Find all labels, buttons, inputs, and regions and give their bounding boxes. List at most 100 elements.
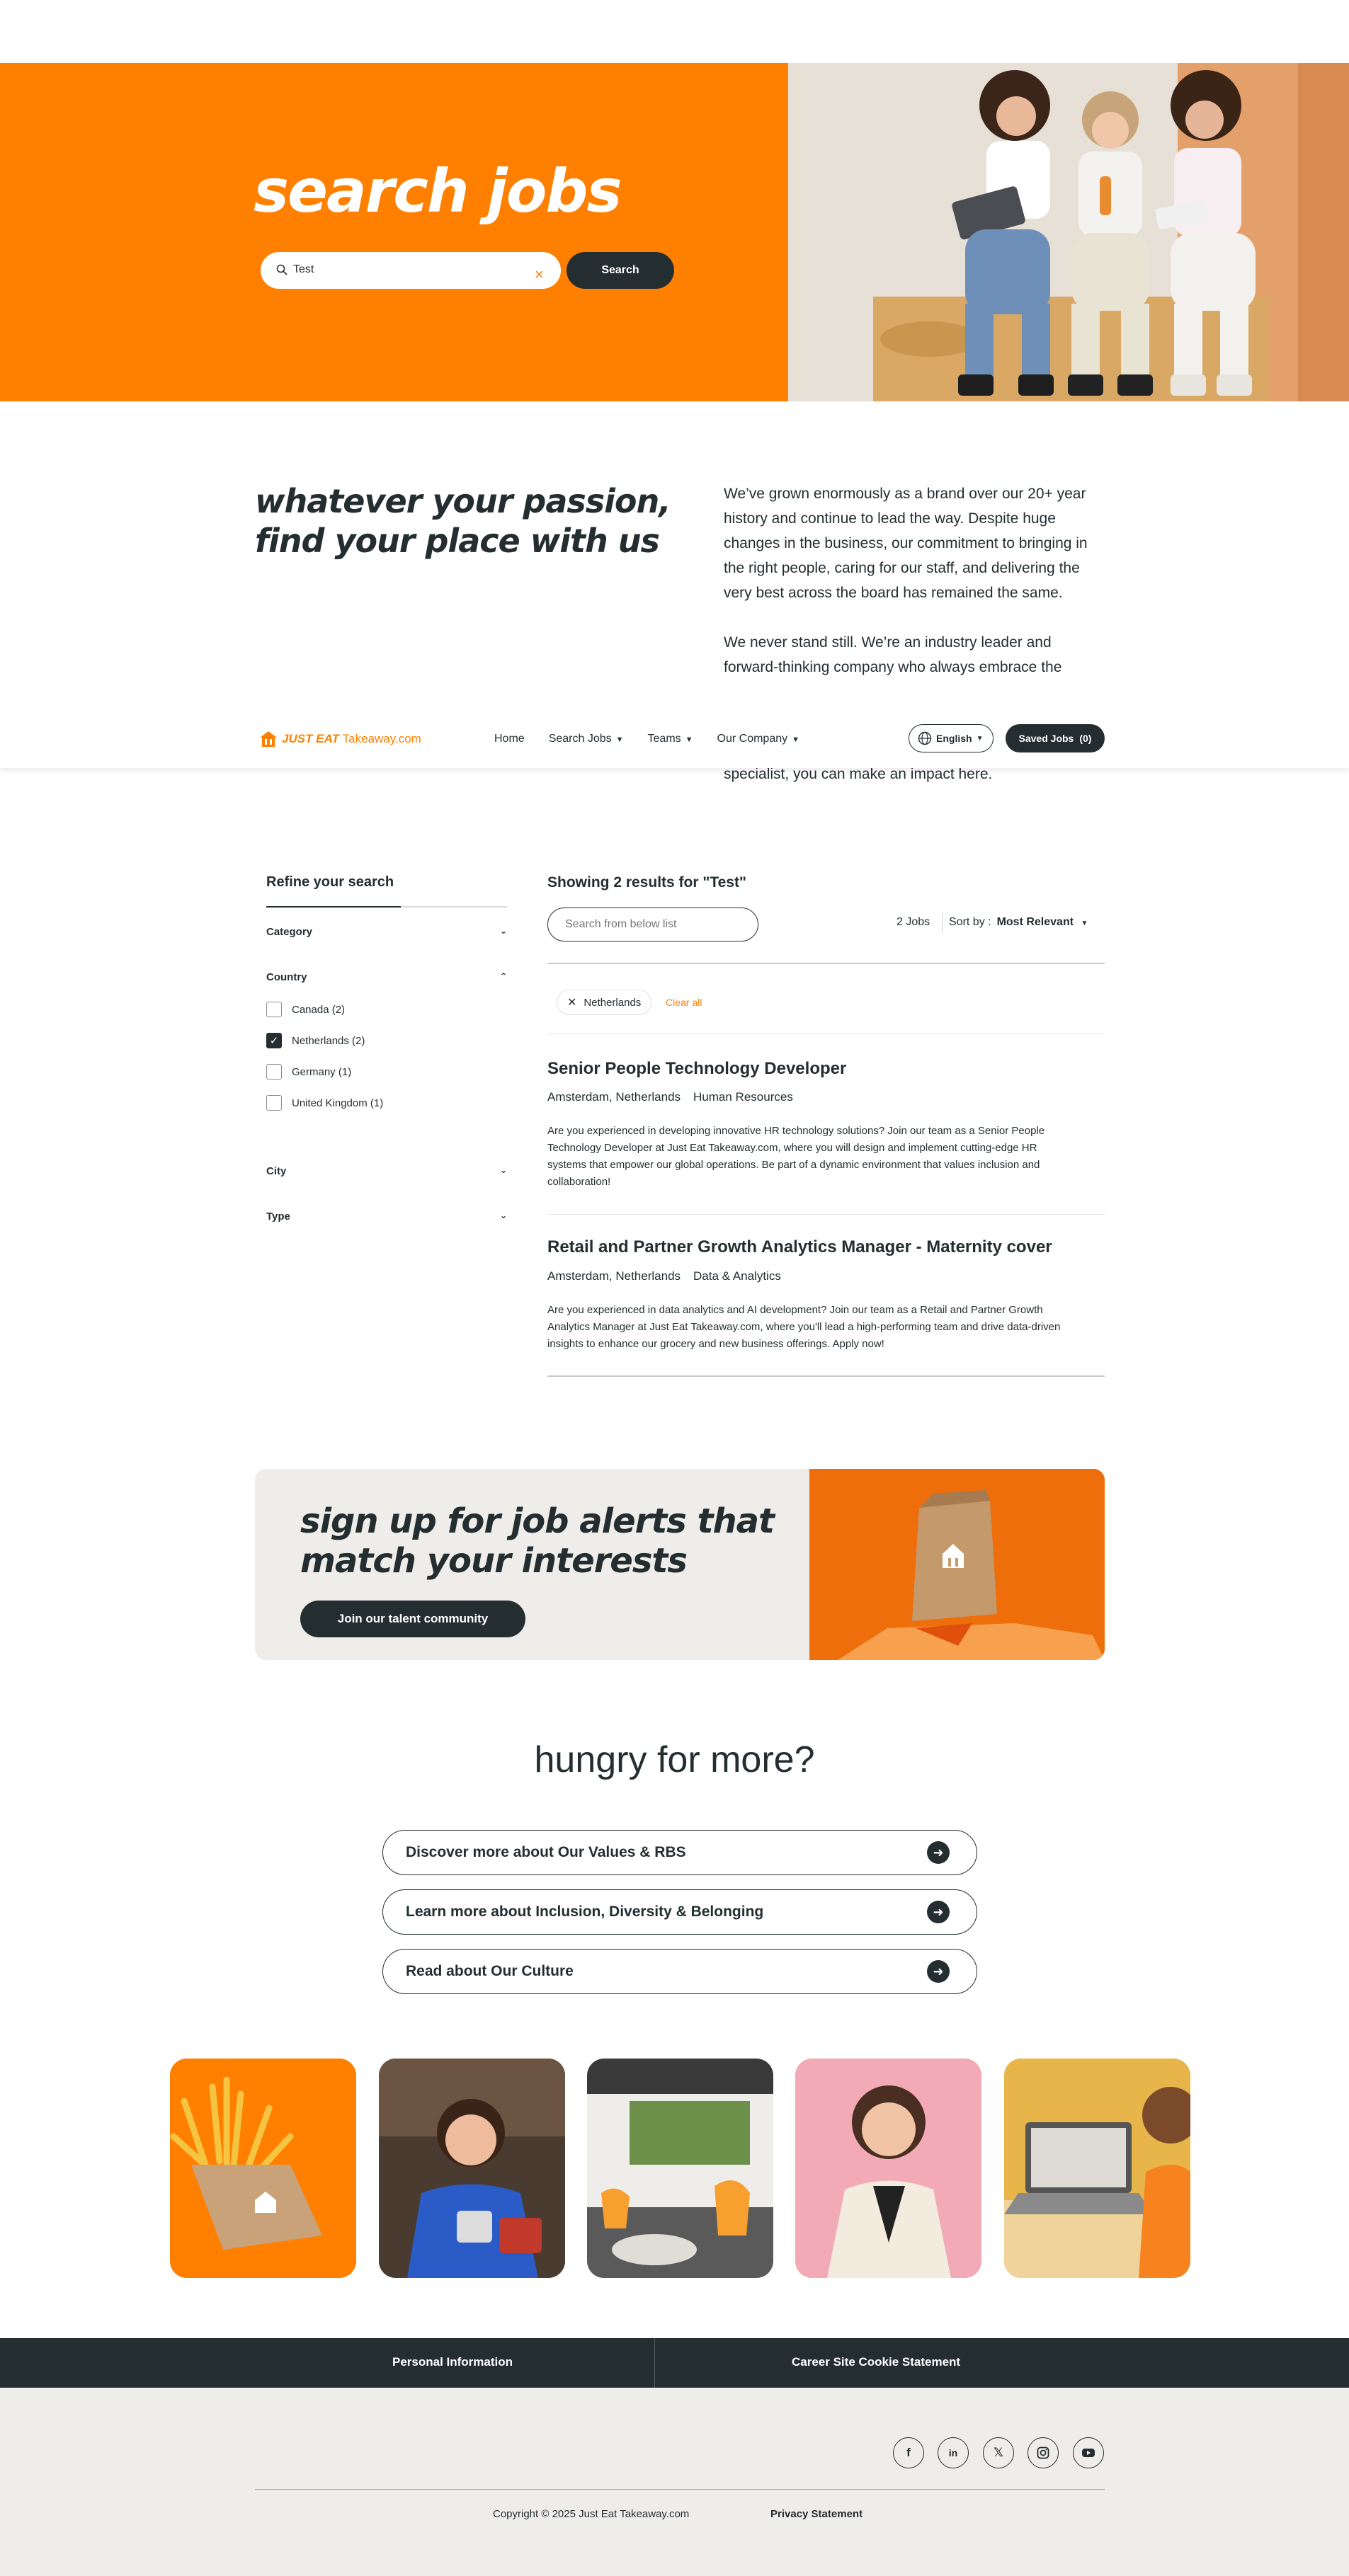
job-meta: Amsterdam, Netherlands Data & Analytics: [547, 1269, 781, 1283]
hero-title: search jobs: [254, 156, 622, 226]
join-talent-community-button[interactable]: Join our talent community: [300, 1601, 525, 1637]
hungry-heading: hungry for more?: [534, 1739, 815, 1780]
country-option-label: Canada (2): [292, 1003, 346, 1016]
job-meta: Amsterdam, Netherlands Human Resources: [547, 1090, 793, 1104]
refine-divider: [266, 906, 507, 908]
chevron-down-icon: ▼: [792, 735, 800, 744]
filter-type-toggle[interactable]: Type ⌄: [266, 1210, 507, 1223]
chevron-down-icon: ⌄: [499, 926, 507, 936]
clear-search-icon[interactable]: ×: [535, 267, 544, 282]
copyright-text: Copyright © 2025 Just Eat Takeaway.com: [493, 2508, 690, 2520]
clear-all-link[interactable]: Clear all: [666, 997, 702, 1008]
results-search-input[interactable]: [547, 908, 758, 941]
sort-label: Sort by :: [949, 916, 991, 928]
x-icon[interactable]: 𝕏: [983, 2437, 1014, 2468]
just-eat-logo[interactable]: JUST EAT Takeaway.com: [259, 730, 421, 748]
country-option-united-kingdom[interactable]: United Kingdom (1): [266, 1095, 383, 1111]
nav-our-company-label: Our Company: [717, 733, 788, 745]
nav-search-jobs[interactable]: Search Jobs ▼: [549, 733, 624, 745]
refine-title: Refine your search: [266, 874, 394, 890]
footer: f in 𝕏 Copyright © 2025 Just Eat Takeawa…: [0, 2388, 1349, 2576]
nav-teams-label: Teams: [647, 733, 681, 745]
saved-jobs-count: (0): [1079, 733, 1092, 744]
nav-our-company[interactable]: Our Company ▼: [717, 733, 799, 745]
chevron-down-icon: ⌄: [499, 1165, 507, 1175]
filter-country-label: Country: [266, 971, 307, 983]
chevron-down-icon: ▼: [615, 735, 624, 744]
hero-search-input[interactable]: Test ×: [261, 252, 561, 289]
logo-suffix-text: .com: [395, 732, 421, 745]
laptop-work-image: [1004, 2059, 1190, 2278]
country-option-label: United Kingdom (1): [292, 1097, 384, 1109]
job-alerts-heading: sign up for job alerts that match your i…: [300, 1501, 796, 1581]
intro-heading-line1: whatever your passion,: [255, 482, 671, 520]
saved-jobs-label: Saved Jobs: [1018, 733, 1074, 744]
country-option-netherlands[interactable]: ✓ Netherlands (2): [266, 1033, 365, 1048]
cookie-statement-link[interactable]: Career Site Cookie Statement: [792, 2355, 960, 2369]
filter-category-label: Category: [266, 926, 313, 938]
filter-country-toggle[interactable]: Country ⌃: [266, 971, 507, 983]
job-title-link[interactable]: Retail and Partner Growth Analytics Mana…: [547, 1237, 1052, 1257]
values-link[interactable]: Discover more about Our Values & RBS ➜: [382, 1830, 977, 1875]
privacy-statement-link[interactable]: Privacy Statement: [770, 2508, 863, 2520]
nav-links: Home Search Jobs ▼ Teams ▼ Our Company ▼: [494, 733, 799, 745]
logo-bold-text: JUST EAT: [282, 732, 339, 745]
sort-by-dropdown[interactable]: Sort by : Most Relevant ▼: [949, 916, 1088, 929]
job-department: Data & Analytics: [693, 1269, 781, 1283]
inclusion-link[interactable]: Learn more about Inclusion, Diversity & …: [382, 1889, 977, 1935]
linkedin-icon[interactable]: in: [938, 2437, 969, 2468]
job-alerts-heading-line1: sign up for job alerts that: [300, 1501, 775, 1541]
facebook-icon[interactable]: f: [893, 2437, 924, 2468]
filter-city-toggle[interactable]: City ⌄: [266, 1165, 507, 1177]
arrow-right-icon: ➜: [927, 1960, 950, 1983]
smiling-woman-image: [795, 2059, 981, 2278]
main-nav: JUST EAT Takeaway.com Home Search Jobs ▼ …: [0, 717, 1349, 768]
intro-heading-line2: find your place with us: [255, 522, 660, 560]
arrow-right-icon: ➜: [927, 1901, 950, 1923]
job-location: Amsterdam, Netherlands: [547, 1269, 681, 1283]
filter-city-label: City: [266, 1165, 287, 1177]
search-button[interactable]: Search: [567, 252, 674, 289]
country-option-label: Netherlands (2): [292, 1034, 365, 1047]
checkbox[interactable]: [266, 1064, 282, 1080]
country-option-germany[interactable]: Germany (1): [266, 1064, 351, 1080]
close-icon[interactable]: ✕: [567, 995, 576, 1009]
language-label: English: [936, 733, 972, 744]
results-count: 2 Jobs: [897, 916, 930, 928]
culture-link-label: Read about Our Culture: [406, 1963, 574, 1979]
language-selector[interactable]: English ▼: [909, 724, 994, 752]
personal-information-link[interactable]: Personal Information: [392, 2355, 513, 2369]
country-option-canada[interactable]: Canada (2): [266, 1002, 345, 1017]
hero-orange-panel: search jobs Test × Search: [0, 63, 788, 401]
search-value: Test: [293, 263, 314, 275]
job-title-link[interactable]: Senior People Technology Developer: [547, 1059, 846, 1079]
chevron-down-icon: ▼: [976, 734, 984, 743]
job-department: Human Resources: [693, 1090, 793, 1104]
job-description: Are you experienced in developing innova…: [547, 1125, 1045, 1188]
culture-link[interactable]: Read about Our Culture ➜: [382, 1949, 977, 1994]
nav-home[interactable]: Home: [494, 733, 525, 745]
saved-jobs-button[interactable]: Saved Jobs (0): [1006, 724, 1105, 752]
footer-divider: [255, 2489, 1105, 2490]
job-description: Are you experienced in data analytics an…: [547, 1304, 1061, 1350]
globe-icon: [918, 731, 932, 745]
intro-paragraph-2: We never stand still. We’re an industry …: [724, 634, 1062, 675]
filter-category-toggle[interactable]: Category ⌄: [266, 926, 507, 938]
country-option-label: Germany (1): [292, 1065, 352, 1078]
job-alerts-heading-line2: match your interests: [300, 1541, 688, 1581]
hero-banner: search jobs Test × Search: [0, 63, 1349, 401]
chevron-down-icon: ▼: [1081, 920, 1088, 927]
active-filter-chip[interactable]: ✕ Netherlands: [557, 990, 652, 1015]
job-divider: [547, 1214, 1105, 1215]
results-heading: Showing 2 results for "Test": [547, 874, 746, 891]
checkbox[interactable]: [266, 1002, 282, 1017]
instagram-icon[interactable]: [1028, 2437, 1059, 2468]
filter-type-label: Type: [266, 1210, 290, 1223]
checkbox[interactable]: [266, 1095, 282, 1111]
checkbox-checked[interactable]: ✓: [266, 1033, 282, 1048]
chevron-down-icon: ⌄: [499, 1210, 507, 1220]
fries-image: [170, 2059, 356, 2278]
intro-body: We’ve grown enormously as a brand over o…: [724, 481, 1106, 704]
youtube-icon[interactable]: [1073, 2437, 1104, 2468]
nav-teams[interactable]: Teams ▼: [648, 733, 693, 745]
